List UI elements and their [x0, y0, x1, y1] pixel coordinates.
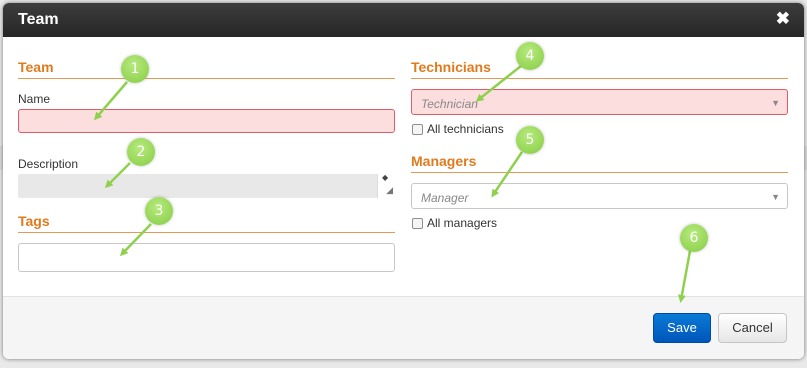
managers-section-heading: Managers: [411, 153, 477, 169]
callout-4: 4: [516, 42, 544, 70]
technicians-section-heading: Technicians: [411, 59, 491, 75]
all-technicians-label[interactable]: All technicians: [427, 122, 504, 136]
resize-handle-icon[interactable]: ◆ ◢: [377, 173, 395, 198]
team-dialog: Team ✖ Team Name Description ◆ ◢ Tags Te…: [3, 3, 804, 359]
description-textarea[interactable]: ◆ ◢: [18, 173, 395, 198]
managers-section-rule: [411, 172, 788, 173]
callout-2: 2: [127, 138, 155, 166]
name-input[interactable]: [18, 109, 395, 133]
dialog-footer: Save Cancel: [3, 296, 804, 359]
manager-placeholder: Manager: [421, 191, 469, 205]
cancel-button[interactable]: Cancel: [718, 313, 787, 343]
close-icon[interactable]: ✖: [776, 9, 790, 29]
callout-1: 1: [121, 55, 149, 83]
all-managers-checkbox[interactable]: [412, 218, 423, 229]
dialog-title: Team: [18, 11, 59, 28]
all-technicians-checkbox[interactable]: [412, 124, 423, 135]
scroll-arrows-icon: ◆: [382, 173, 389, 182]
callout-3: 3: [145, 197, 173, 225]
tags-input[interactable]: [18, 243, 395, 272]
technician-select[interactable]: Technician ▼: [411, 89, 788, 115]
all-managers-label[interactable]: All managers: [427, 216, 497, 230]
name-label: Name: [18, 92, 51, 106]
tags-section-rule: [18, 232, 395, 233]
chevron-down-icon: ▼: [771, 98, 780, 108]
description-label: Description: [18, 157, 79, 171]
technicians-section-rule: [411, 78, 788, 79]
team-section-heading: Team: [18, 59, 54, 75]
team-section-rule: [18, 78, 395, 79]
technician-placeholder: Technician: [421, 97, 478, 111]
tags-section-heading: Tags: [18, 213, 50, 229]
callout-5: 5: [516, 126, 544, 154]
dialog-titlebar: Team ✖: [3, 3, 804, 37]
callout-6: 6: [680, 224, 708, 252]
resize-grip-icon: ◢: [386, 185, 393, 195]
chevron-down-icon: ▼: [771, 192, 780, 202]
save-button[interactable]: Save: [653, 313, 711, 343]
manager-select[interactable]: Manager ▼: [411, 183, 788, 209]
